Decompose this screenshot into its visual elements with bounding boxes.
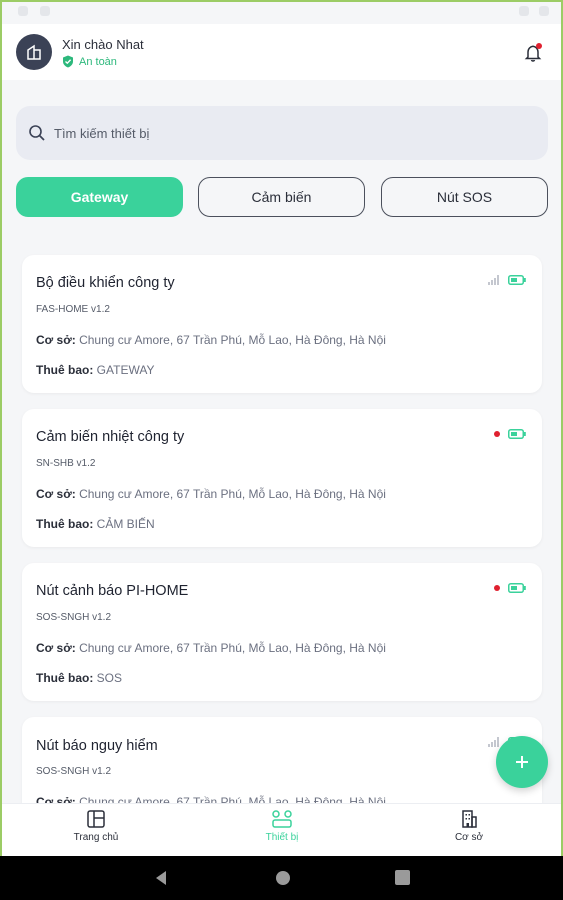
search-bar[interactable] [16, 106, 548, 160]
device-subscription: Thuê bao: CẢM BIẾN [36, 517, 155, 531]
device-name: Nút cảnh báo PI-HOME [36, 583, 189, 599]
nav-item-devices[interactable]: Thiết bị [222, 810, 342, 843]
device-model: SOS-SNGH v1.2 [36, 612, 112, 623]
greeting-text: Xin chào Nhat [62, 37, 144, 52]
subscription-label: Thuê bao: [36, 671, 94, 685]
nav-item-facility[interactable]: Cơ sở [409, 810, 529, 843]
home-layout-icon [87, 810, 105, 828]
devices-icon [272, 810, 292, 828]
category-tabs: Gateway Cảm biến Nút SOS [16, 177, 548, 217]
safety-status-label: An toàn [79, 55, 117, 68]
address-value: Chung cư Amore, 67 Trần Phú, Mỗ Lao, Hà … [79, 641, 386, 655]
recents-icon[interactable] [395, 870, 410, 885]
device-name: Nút báo nguy hiểm [36, 738, 158, 754]
address-value: Chung cư Amore, 67 Trần Phú, Mỗ Lao, Hà … [79, 487, 386, 501]
device-model: FAS-HOME v1.2 [36, 304, 110, 315]
subscription-value: SOS [96, 671, 123, 685]
tab-sos-button[interactable]: Nút SOS [381, 177, 548, 217]
safety-status: An toàn [62, 55, 117, 68]
subscription-label: Thuê bao: [36, 517, 94, 531]
search-icon [29, 125, 45, 141]
device-subscription: Thuê bao: SOS [36, 671, 122, 685]
subscription-value: CẢM BIẾN [96, 517, 155, 531]
status-icon [40, 6, 50, 16]
battery-icon [508, 583, 526, 593]
back-icon[interactable] [154, 870, 168, 886]
tab-sensor[interactable]: Cảm biến [198, 177, 365, 217]
device-address: Cơ sở: Chung cư Amore, 67 Trần Phú, Mỗ L… [36, 641, 386, 655]
device-card[interactable]: Bộ điều khiển công ty FAS-HOME v1.2 Cơ s… [22, 255, 542, 393]
search-input[interactable] [54, 125, 494, 141]
device-model: SOS-SNGH v1.2 [36, 766, 112, 777]
shield-check-icon [63, 55, 73, 68]
device-address: Cơ sở: Chung cư Amore, 67 Trần Phú, Mỗ L… [36, 487, 386, 501]
status-bar [0, 0, 563, 24]
device-status [488, 275, 526, 285]
bottom-navigation: Trang chủ Thiết bị Cơ sở [2, 803, 561, 856]
plus-icon [516, 756, 528, 768]
device-status [494, 429, 526, 439]
battery-icon [508, 275, 526, 285]
home-icon[interactable] [275, 870, 291, 886]
device-card[interactable]: Cảm biến nhiệt công ty SN-SHB v1.2 Cơ sở… [22, 409, 542, 547]
building-avatar-icon [27, 44, 41, 60]
battery-icon [508, 429, 526, 439]
notification-bell-icon[interactable] [523, 42, 545, 64]
nav-label: Trang chủ [73, 832, 119, 843]
nav-label: Cơ sở [454, 832, 484, 843]
alert-dot-icon [494, 585, 500, 591]
facility-label: Cơ sở: [36, 487, 76, 501]
tab-gateway[interactable]: Gateway [16, 177, 183, 217]
wifi-icon [519, 6, 529, 16]
app-header: Xin chào Nhat An toàn [2, 24, 561, 80]
signal-icon [488, 275, 499, 285]
device-name: Bộ điều khiển công ty [36, 275, 175, 291]
system-navigation-bar [0, 856, 563, 900]
status-icon [18, 6, 28, 16]
device-card[interactable]: Nút cảnh báo PI-HOME SOS-SNGH v1.2 Cơ sở… [22, 563, 542, 701]
avatar[interactable] [16, 34, 52, 70]
battery-status-icon [539, 6, 549, 16]
device-status [494, 583, 526, 593]
add-device-button[interactable] [496, 736, 548, 788]
subscription-value: GATEWAY [96, 363, 155, 377]
address-value: Chung cư Amore, 67 Trần Phú, Mỗ Lao, Hà … [79, 333, 386, 347]
device-name: Cảm biến nhiệt công ty [36, 429, 185, 445]
signal-icon [488, 737, 499, 747]
device-subscription: Thuê bao: GATEWAY [36, 363, 154, 377]
subscription-label: Thuê bao: [36, 363, 94, 377]
alert-dot-icon [494, 431, 500, 437]
facility-label: Cơ sở: [36, 641, 76, 655]
device-address: Cơ sở: Chung cư Amore, 67 Trần Phú, Mỗ L… [36, 333, 386, 347]
device-model: SN-SHB v1.2 [36, 458, 96, 469]
facility-label: Cơ sở: [36, 333, 76, 347]
nav-label: Thiết bị [265, 832, 299, 843]
building-icon [462, 810, 477, 828]
nav-item-home[interactable]: Trang chủ [36, 810, 156, 843]
